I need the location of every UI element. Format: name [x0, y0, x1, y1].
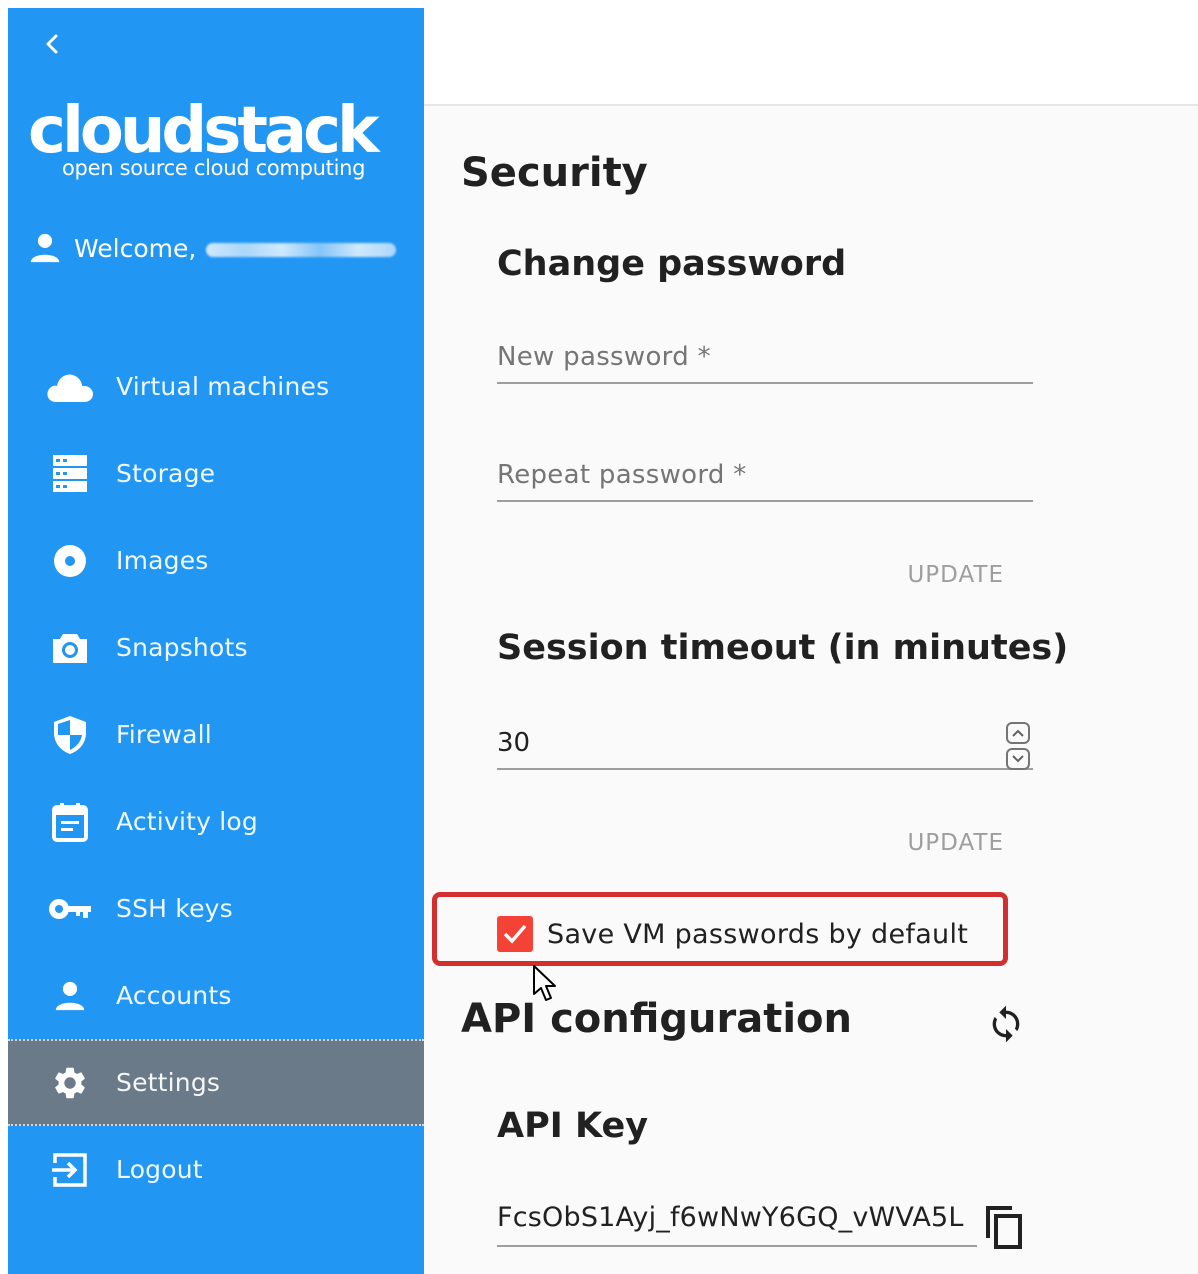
sidebar-item-label: Activity log [116, 807, 258, 836]
sidebar-item-virtual-machines[interactable]: Virtual machines [8, 343, 424, 430]
sidebar-item-activity-log[interactable]: Activity log [8, 778, 424, 865]
settings-main: Security Change password UPDATE Session … [424, 106, 1198, 1274]
update-session-timeout-button[interactable]: UPDATE [907, 830, 1004, 856]
sidebar-item-label: Firewall [116, 720, 212, 749]
key-icon [46, 889, 94, 929]
security-heading: Security [461, 150, 648, 196]
blurred-username [206, 242, 397, 257]
person-icon [28, 231, 62, 265]
calendar-icon [46, 802, 94, 842]
check-icon [503, 924, 527, 944]
new-password-field[interactable] [497, 342, 1033, 384]
sidebar-nav: Virtual machines Storage Images Snapshot… [8, 343, 424, 1213]
sidebar-item-label: Accounts [116, 981, 232, 1010]
sidebar-item-label: Settings [116, 1068, 221, 1097]
top-bar [424, 0, 1198, 106]
session-timeout-field[interactable] [497, 728, 1033, 770]
sidebar-item-label: Virtual machines [116, 372, 330, 401]
sidebar-item-storage[interactable]: Storage [8, 430, 424, 517]
copy-icon[interactable] [984, 1204, 1026, 1250]
shield-icon [46, 715, 94, 755]
sidebar-item-ssh-keys[interactable]: SSH keys [8, 865, 424, 952]
camera-icon [46, 628, 94, 668]
sidebar-item-logout[interactable]: Logout [8, 1126, 424, 1213]
checkbox-checked[interactable] [497, 916, 533, 952]
update-password-button[interactable]: UPDATE [907, 562, 1004, 588]
welcome-prefix: Welcome, [74, 233, 197, 263]
sidebar-item-accounts[interactable]: Accounts [8, 952, 424, 1039]
cloudstack-logo: cloudstack open source cloud computing [28, 96, 388, 196]
sidebar: cloudstack open source cloud computing W… [8, 8, 424, 1274]
api-configuration-heading: API configuration [461, 996, 853, 1042]
cloud-icon [46, 367, 94, 407]
person-icon [46, 976, 94, 1016]
session-timeout-heading: Session timeout (in minutes) [497, 628, 1069, 668]
chevron-left-icon[interactable] [38, 30, 66, 58]
sidebar-item-label: Storage [116, 459, 216, 488]
repeat-password-input[interactable] [497, 460, 1033, 500]
api-key-heading: API Key [497, 1106, 649, 1146]
api-key-field[interactable]: FcsObS1Ayj_f6wNwY6GQ_vWVA5L [497, 1202, 977, 1247]
disc-icon [46, 541, 94, 581]
save-vm-passwords-label: Save VM passwords by default [547, 918, 969, 950]
logout-icon [46, 1150, 94, 1190]
welcome-text: Welcome, [74, 233, 397, 263]
chevron-down-icon [1012, 755, 1024, 763]
stepper-up-button[interactable] [1006, 722, 1030, 744]
storage-icon [46, 454, 94, 494]
api-key-value[interactable]: FcsObS1Ayj_f6wNwY6GQ_vWVA5L [497, 1202, 977, 1245]
sidebar-item-label: Logout [116, 1155, 203, 1184]
sidebar-item-images[interactable]: Images [8, 517, 424, 604]
gear-icon [46, 1063, 94, 1103]
change-password-heading: Change password [497, 244, 847, 284]
sidebar-item-firewall[interactable]: Firewall [8, 691, 424, 778]
welcome: Welcome, [28, 228, 397, 268]
sidebar-item-label: SSH keys [116, 894, 233, 923]
sidebar-item-label: Images [116, 546, 209, 575]
save-vm-passwords-checkbox[interactable]: Save VM passwords by default [497, 916, 968, 952]
sidebar-item-label: Snapshots [116, 633, 248, 662]
sidebar-item-snapshots[interactable]: Snapshots [8, 604, 424, 691]
session-timeout-input[interactable] [497, 728, 1033, 768]
chevron-up-icon [1012, 729, 1024, 737]
refresh-icon[interactable] [986, 1004, 1026, 1044]
logo-tagline: open source cloud computing [62, 156, 366, 180]
new-password-input[interactable] [497, 342, 1033, 382]
session-timeout-stepper[interactable] [1006, 722, 1032, 774]
sidebar-item-settings[interactable]: Settings [8, 1039, 424, 1126]
stepper-down-button[interactable] [1006, 748, 1030, 770]
repeat-password-field[interactable] [497, 460, 1033, 502]
